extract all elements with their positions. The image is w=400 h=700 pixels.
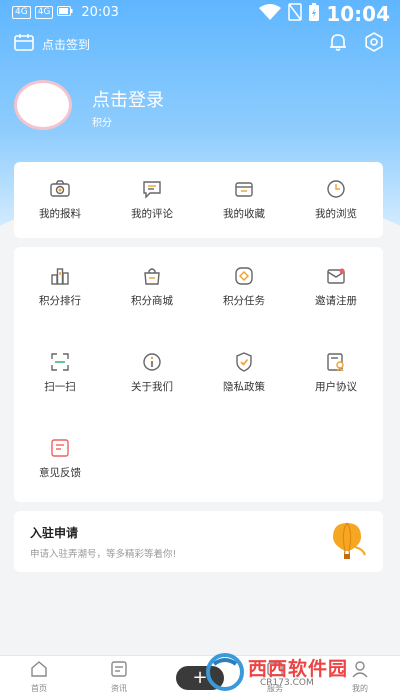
- status-time-left: 20:03: [81, 5, 119, 20]
- user-agreement-icon: [290, 351, 382, 373]
- checkin-button[interactable]: 点击签到: [14, 33, 90, 55]
- scan-label: 扫一扫: [44, 381, 76, 393]
- join-title: 入驻申请: [30, 526, 79, 540]
- shield-icon: [198, 351, 290, 373]
- my-comments-item[interactable]: 我的评论: [106, 178, 198, 221]
- wifi-icon: [258, 3, 282, 25]
- shopping-bag-icon: [106, 265, 198, 287]
- watermark-logo-icon: [204, 652, 246, 696]
- calendar-icon: [14, 33, 34, 55]
- scan-item[interactable]: 扫一扫: [14, 351, 106, 394]
- folder-icon: [198, 178, 290, 200]
- about-us-label: 关于我们: [131, 381, 173, 393]
- points-ranking-item[interactable]: 积分排行: [14, 265, 106, 308]
- points-ranking-label: 积分排行: [39, 295, 81, 307]
- points-tasks-label: 积分任务: [223, 295, 265, 307]
- tab-news-label: 资讯: [111, 684, 127, 693]
- scan-icon: [14, 351, 106, 373]
- battery-charging-icon: [308, 2, 320, 26]
- my-reports-label: 我的报料: [39, 208, 81, 220]
- status-bar: 4G 4G 20:03 10:04: [0, 0, 400, 28]
- task-icon: [198, 265, 290, 287]
- bell-icon[interactable]: [328, 32, 348, 56]
- clock-icon: [290, 178, 382, 200]
- tab-home-label: 首页: [31, 684, 47, 693]
- camera-icon: [14, 178, 106, 200]
- join-description: 申请入驻弄潮号，等多精彩等着你!: [30, 549, 177, 560]
- user-agreement-label: 用户协议: [315, 381, 357, 393]
- watermark: 西西软件园 CR173.COM: [200, 650, 390, 695]
- feedback-icon: [14, 437, 106, 459]
- no-sim-icon: [288, 3, 303, 25]
- tab-home[interactable]: 首页: [9, 660, 69, 694]
- comment-icon: [106, 178, 198, 200]
- my-activity-card: 我的报料 我的评论 我的收藏 我的浏览: [14, 162, 383, 238]
- user-agreement-item[interactable]: 用户协议: [290, 351, 382, 394]
- points-label: 积分: [92, 118, 112, 129]
- my-history-item[interactable]: 我的浏览: [290, 178, 382, 221]
- points-mall-item[interactable]: 积分商城: [106, 265, 198, 308]
- feedback-item[interactable]: 意见反馈: [14, 437, 106, 480]
- watermark-text: 西西软件园: [248, 658, 349, 680]
- watermark-sub: CR173.COM: [260, 678, 314, 688]
- about-us-item[interactable]: 关于我们: [106, 351, 198, 394]
- my-favorites-item[interactable]: 我的收藏: [198, 178, 290, 221]
- gear-icon[interactable]: [364, 32, 384, 56]
- news-icon: [109, 661, 129, 682]
- top-bar: 点击签到: [0, 30, 400, 58]
- status-bar-left: 4G 4G 20:03: [12, 5, 119, 20]
- signal-indicator-2: 4G: [34, 6, 54, 19]
- hot-air-balloon-icon: [327, 521, 367, 567]
- points-tasks-item[interactable]: 积分任务: [198, 265, 290, 308]
- join-application-card[interactable]: 入驻申请 申请入驻弄潮号，等多精彩等着你!: [14, 511, 383, 572]
- checkin-label: 点击签到: [42, 37, 91, 52]
- status-clock: 10:04: [326, 2, 390, 26]
- my-favorites-label: 我的收藏: [223, 208, 265, 220]
- mail-icon: [290, 265, 382, 287]
- info-icon: [106, 351, 198, 373]
- home-icon: [29, 661, 49, 682]
- services-card: 积分排行 积分商城 积分任务 邀请注册 扫一扫 关于我们 隐私政策 用户协议 意…: [14, 247, 383, 502]
- status-bar-right: 10:04: [258, 2, 390, 26]
- avatar[interactable]: [14, 80, 72, 130]
- invite-register-item[interactable]: 邀请注册: [290, 265, 382, 308]
- battery-small-icon: [57, 6, 73, 19]
- tab-news[interactable]: 资讯: [89, 660, 149, 694]
- invite-register-label: 邀请注册: [315, 295, 357, 307]
- feedback-label: 意见反馈: [39, 467, 81, 479]
- ranking-icon: [14, 265, 106, 287]
- privacy-policy-item[interactable]: 隐私政策: [198, 351, 290, 394]
- login-prompt[interactable]: 点击登录: [92, 86, 164, 112]
- my-history-label: 我的浏览: [315, 208, 357, 220]
- signal-indicator-1: 4G: [12, 6, 31, 19]
- my-reports-item[interactable]: 我的报料: [14, 178, 106, 221]
- my-comments-label: 我的评论: [131, 208, 173, 220]
- privacy-policy-label: 隐私政策: [223, 381, 265, 393]
- points-mall-label: 积分商城: [131, 295, 173, 307]
